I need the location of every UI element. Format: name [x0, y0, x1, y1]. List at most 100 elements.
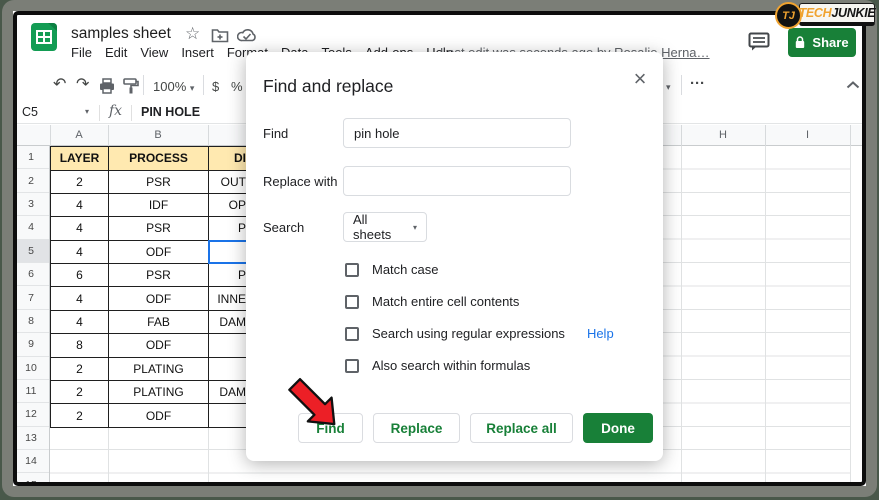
table-cell[interactable]: 2: [51, 171, 109, 194]
help-link[interactable]: Help: [587, 326, 614, 341]
column-header-tick: [850, 125, 851, 146]
paint-format-icon[interactable]: [123, 78, 139, 94]
comment-icon[interactable]: [748, 32, 771, 52]
table-cell[interactable]: 4: [51, 241, 109, 264]
row-header-7[interactable]: 7: [13, 286, 49, 309]
more-toolbar-button[interactable]: ···: [690, 75, 705, 92]
redo-icon[interactable]: ↷: [76, 77, 89, 93]
table-cell[interactable]: PLATING: [109, 381, 209, 404]
cloud-saved-icon[interactable]: [237, 28, 257, 42]
row-header-6[interactable]: 6: [13, 263, 49, 286]
toolbar-divider: [203, 75, 204, 95]
table-cell[interactable]: 4: [51, 287, 109, 310]
table-cell[interactable]: 2: [51, 381, 109, 404]
format-currency-button[interactable]: $: [212, 79, 219, 94]
formula-bar-value[interactable]: PIN HOLE: [141, 105, 200, 119]
row-header-9[interactable]: 9: [13, 333, 49, 356]
menu-item-edit[interactable]: Edit: [105, 45, 127, 60]
row-header-8[interactable]: 8: [13, 310, 49, 333]
move-folder-icon[interactable]: [211, 28, 229, 43]
name-box-chevron-icon[interactable]: ▾: [85, 107, 89, 116]
menu-item-insert[interactable]: Insert: [181, 45, 214, 60]
lock-icon: [795, 36, 805, 49]
find-input[interactable]: [343, 118, 571, 148]
techjunkie-monogram: TJ: [775, 2, 802, 29]
table-cell[interactable]: ODF: [109, 404, 209, 427]
table-cell[interactable]: ODF: [109, 287, 209, 310]
toolbar-divider: [143, 75, 144, 95]
format-percent-button[interactable]: %: [231, 79, 243, 94]
checkbox-match-case[interactable]: [345, 263, 359, 277]
checkbox-row: Also search within formulas: [345, 358, 530, 373]
row-header-15[interactable]: 15: [13, 473, 49, 486]
sheets-logo-icon: [30, 22, 58, 52]
menu-item-file[interactable]: File: [71, 45, 92, 60]
checkbox-row: Match case: [345, 262, 438, 277]
table-cell[interactable]: PSR: [109, 264, 209, 287]
column-header-I[interactable]: I: [765, 129, 850, 141]
table-cell[interactable]: 4: [51, 311, 109, 334]
undo-icon[interactable]: ↶: [53, 77, 66, 93]
row-header-10[interactable]: 10: [13, 357, 49, 380]
row-header-column[interactable]: 123456789101112131415: [13, 146, 50, 486]
table-cell[interactable]: 4: [51, 194, 109, 217]
checkbox-row: Match entire cell contents: [345, 294, 519, 309]
table-cell[interactable]: ODF: [109, 334, 209, 357]
collapse-toolbar-icon[interactable]: [846, 81, 860, 89]
checkbox-also-search-within-formulas[interactable]: [345, 359, 359, 373]
row-header-5[interactable]: 5: [13, 240, 49, 263]
table-cell[interactable]: 6: [51, 264, 109, 287]
row-header-1[interactable]: 1: [13, 146, 49, 169]
column-header-tick: [50, 125, 51, 146]
table-header-cell[interactable]: PROCESS: [109, 147, 209, 171]
document-title[interactable]: samples sheet: [71, 25, 171, 43]
column-header-A[interactable]: A: [50, 129, 108, 141]
table-cell[interactable]: IDF: [109, 194, 209, 217]
row-header-14[interactable]: 14: [13, 450, 49, 473]
chevron-down-icon: ▾: [413, 223, 417, 232]
table-cell[interactable]: 8: [51, 334, 109, 357]
checkbox-label: Match entire cell contents: [372, 294, 519, 309]
row-header-4[interactable]: 4: [13, 216, 49, 239]
row-header-13[interactable]: 13: [13, 427, 49, 450]
star-icon[interactable]: ☆: [185, 24, 200, 44]
checkbox-search-using-regular-expressions[interactable]: [345, 327, 359, 341]
menu-item-view[interactable]: View: [140, 45, 168, 60]
screenshot-root: samples sheet ☆ Share File Edit View Insert…: [0, 0, 879, 500]
table-cell[interactable]: PSR: [109, 217, 209, 240]
checkbox-match-entire-cell-contents[interactable]: [345, 295, 359, 309]
table-header-cell[interactable]: LAYER: [51, 147, 109, 171]
brand-tech: TECH: [799, 6, 832, 20]
name-box[interactable]: C5: [22, 105, 38, 119]
chevron-down-icon[interactable]: ▾: [666, 82, 671, 93]
table-cell[interactable]: ODF: [109, 241, 209, 264]
column-header-H[interactable]: H: [681, 129, 765, 141]
table-cell[interactable]: 4: [51, 217, 109, 240]
row-header-3[interactable]: 3: [13, 193, 49, 216]
replace-input[interactable]: [343, 166, 571, 196]
print-icon[interactable]: [99, 78, 115, 94]
zoom-select[interactable]: 100% ▾: [153, 79, 194, 94]
gridline-vertical: [850, 146, 851, 486]
search-scope-dropdown[interactable]: All sheets ▾: [343, 212, 427, 242]
table-cell[interactable]: 2: [51, 358, 109, 381]
row-header-2[interactable]: 2: [13, 169, 49, 192]
replace-button[interactable]: Replace: [373, 413, 460, 443]
row-header-11[interactable]: 11: [13, 380, 49, 403]
done-button[interactable]: Done: [583, 413, 653, 443]
red-arrow-annotation: [282, 362, 338, 432]
formula-bar-divider: [99, 105, 100, 121]
search-label: Search: [263, 220, 304, 235]
table-cell[interactable]: PLATING: [109, 358, 209, 381]
close-icon[interactable]: ×: [628, 66, 652, 92]
row-header-12[interactable]: 12: [13, 403, 49, 426]
replace-all-button[interactable]: Replace all: [470, 413, 573, 443]
share-button[interactable]: Share: [788, 28, 856, 57]
checkbox-label: Search using regular expressions: [372, 326, 565, 341]
column-header-B[interactable]: B: [108, 129, 208, 141]
table-cell[interactable]: PSR: [109, 171, 209, 194]
toolbar-divider: [681, 75, 682, 95]
dialog-title: Find and replace: [263, 76, 393, 97]
table-cell[interactable]: FAB: [109, 311, 209, 334]
table-cell[interactable]: 2: [51, 404, 109, 427]
